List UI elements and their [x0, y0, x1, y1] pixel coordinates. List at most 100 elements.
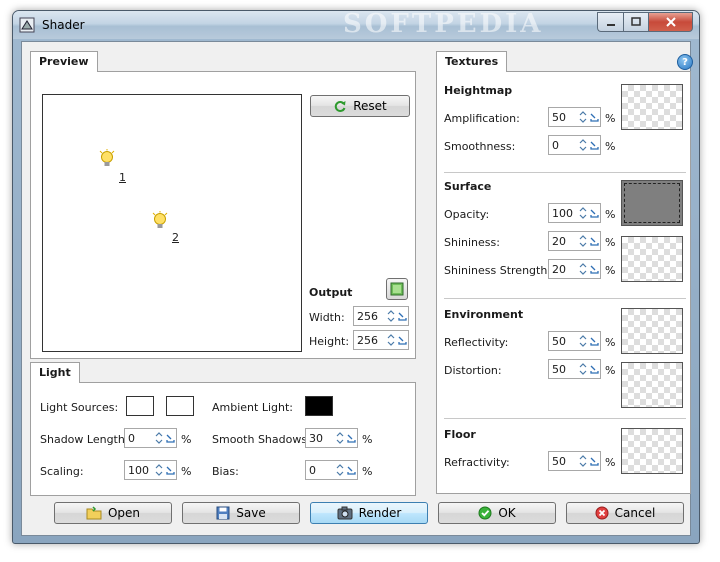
ok-label: OK — [498, 506, 516, 520]
smoothness-spinbox[interactable]: 0 — [548, 135, 601, 155]
spin-arrows-icon[interactable] — [334, 461, 346, 479]
help-icon[interactable]: ? — [677, 54, 693, 70]
scaling-spinbox[interactable]: 100 — [124, 460, 177, 480]
smooth-shadows-value: 30 — [309, 431, 323, 445]
shader-window: SOFTPEDIA Shader Preview 1 2 Reset Outpu… — [12, 10, 700, 544]
output-image-button[interactable] — [386, 278, 408, 300]
shininess-value: 20 — [552, 234, 566, 248]
reset-default-icon[interactable] — [397, 331, 408, 349]
spin-arrows-icon[interactable] — [577, 452, 589, 470]
opacity-spinbox[interactable]: 100 — [548, 203, 601, 223]
distortion-spinbox[interactable]: 50 — [548, 359, 601, 379]
reset-button[interactable]: Reset — [310, 95, 410, 117]
reset-default-icon[interactable] — [165, 461, 176, 479]
shininess-spinbox[interactable]: 20 — [548, 231, 601, 251]
spin-arrows-icon[interactable] — [153, 461, 165, 479]
reset-default-icon[interactable] — [589, 108, 600, 126]
opacity-label: Opacity: — [444, 208, 490, 221]
render-button[interactable]: Render — [310, 502, 428, 524]
ambient-light-swatch[interactable] — [305, 396, 333, 416]
minimize-icon — [606, 24, 615, 26]
save-button[interactable]: Save — [182, 502, 300, 524]
reset-default-icon[interactable] — [589, 204, 600, 222]
title-bar[interactable]: SOFTPEDIA Shader — [13, 11, 699, 39]
preview-canvas[interactable]: 1 2 — [42, 94, 302, 352]
reset-default-icon[interactable] — [589, 260, 600, 278]
spin-arrows-icon[interactable] — [577, 108, 589, 126]
reset-default-icon[interactable] — [165, 429, 176, 447]
reset-default-icon[interactable] — [397, 307, 408, 325]
heightmap-texture[interactable] — [621, 84, 683, 130]
reset-default-icon[interactable] — [589, 332, 600, 350]
floppy-disk-icon — [216, 506, 230, 520]
width-spinbox[interactable]: 256 — [353, 306, 409, 326]
reset-default-icon[interactable] — [589, 136, 600, 154]
light-source-2-swatch[interactable] — [166, 396, 194, 416]
spin-arrows-icon[interactable] — [577, 332, 589, 350]
open-button[interactable]: Open — [54, 502, 172, 524]
reflectivity-label: Reflectivity: — [444, 336, 509, 349]
light-sources-label: Light Sources: — [40, 401, 119, 414]
reflectivity-spinbox[interactable]: 50 — [548, 331, 601, 351]
light-source-1-swatch[interactable] — [126, 396, 154, 416]
reset-default-icon[interactable] — [346, 461, 357, 479]
check-icon — [478, 506, 492, 520]
spin-arrows-icon[interactable] — [577, 136, 589, 154]
divider — [444, 172, 686, 173]
light-2-label: 2 — [172, 231, 179, 244]
distortion-value: 50 — [552, 362, 566, 376]
percent-label: % — [181, 465, 192, 478]
tab-textures[interactable]: Textures — [436, 51, 508, 72]
cancel-button[interactable]: Cancel — [566, 502, 684, 524]
smooth-shadows-spinbox[interactable]: 30 — [305, 428, 358, 448]
reset-default-icon[interactable] — [589, 452, 600, 470]
ok-button[interactable]: OK — [438, 502, 556, 524]
spin-arrows-icon[interactable] — [153, 429, 165, 447]
bias-value: 0 — [309, 463, 316, 477]
reset-default-icon[interactable] — [589, 232, 600, 250]
height-spinbox[interactable]: 256 — [353, 330, 409, 350]
light-bulb-icon[interactable] — [151, 211, 169, 233]
minimize-button[interactable] — [597, 12, 623, 32]
preview-panel: 1 2 Reset Output Width: 256 Height: 256 — [30, 71, 416, 359]
softpedia-watermark: SOFTPEDIA — [343, 10, 544, 39]
floor-texture[interactable] — [621, 428, 683, 474]
percent-label: % — [362, 433, 373, 446]
shininess-strength-spinbox[interactable]: 20 — [548, 259, 601, 279]
refractivity-spinbox[interactable]: 50 — [548, 451, 601, 471]
spin-arrows-icon[interactable] — [385, 307, 397, 325]
spin-arrows-icon[interactable] — [577, 232, 589, 250]
distortion-label: Distortion: — [444, 364, 502, 377]
image-icon — [390, 282, 404, 296]
shininess-texture[interactable] — [621, 236, 683, 282]
distortion-texture[interactable] — [621, 362, 683, 408]
surface-heading: Surface — [444, 180, 492, 193]
percent-label: % — [605, 456, 616, 469]
spin-arrows-icon[interactable] — [577, 260, 589, 278]
opacity-value: 100 — [552, 206, 573, 220]
amplification-spinbox[interactable]: 50 — [548, 107, 601, 127]
reflectivity-texture[interactable] — [621, 308, 683, 354]
tab-light[interactable]: Light — [30, 362, 80, 383]
close-button[interactable] — [648, 12, 693, 32]
spin-arrows-icon[interactable] — [577, 360, 589, 378]
close-icon — [665, 17, 676, 27]
window-title: Shader — [42, 18, 85, 32]
percent-label: % — [362, 465, 373, 478]
spin-arrows-icon[interactable] — [577, 204, 589, 222]
amplification-label: Amplification: — [444, 112, 520, 125]
refresh-icon — [335, 101, 346, 112]
maximize-button[interactable] — [623, 12, 648, 32]
spin-arrows-icon[interactable] — [385, 331, 397, 349]
shadow-length-spinbox[interactable]: 0 — [124, 428, 177, 448]
tab-preview[interactable]: Preview — [30, 51, 98, 72]
surface-texture[interactable] — [621, 180, 683, 226]
reset-default-icon[interactable] — [589, 360, 600, 378]
reset-default-icon[interactable] — [346, 429, 357, 447]
light-bulb-icon[interactable] — [98, 149, 116, 171]
spin-arrows-icon[interactable] — [334, 429, 346, 447]
bias-spinbox[interactable]: 0 — [305, 460, 358, 480]
light-panel: Light Sources: Ambient Light: Shadow Len… — [30, 382, 416, 496]
height-value: 256 — [357, 333, 378, 347]
cancel-icon — [595, 506, 609, 520]
